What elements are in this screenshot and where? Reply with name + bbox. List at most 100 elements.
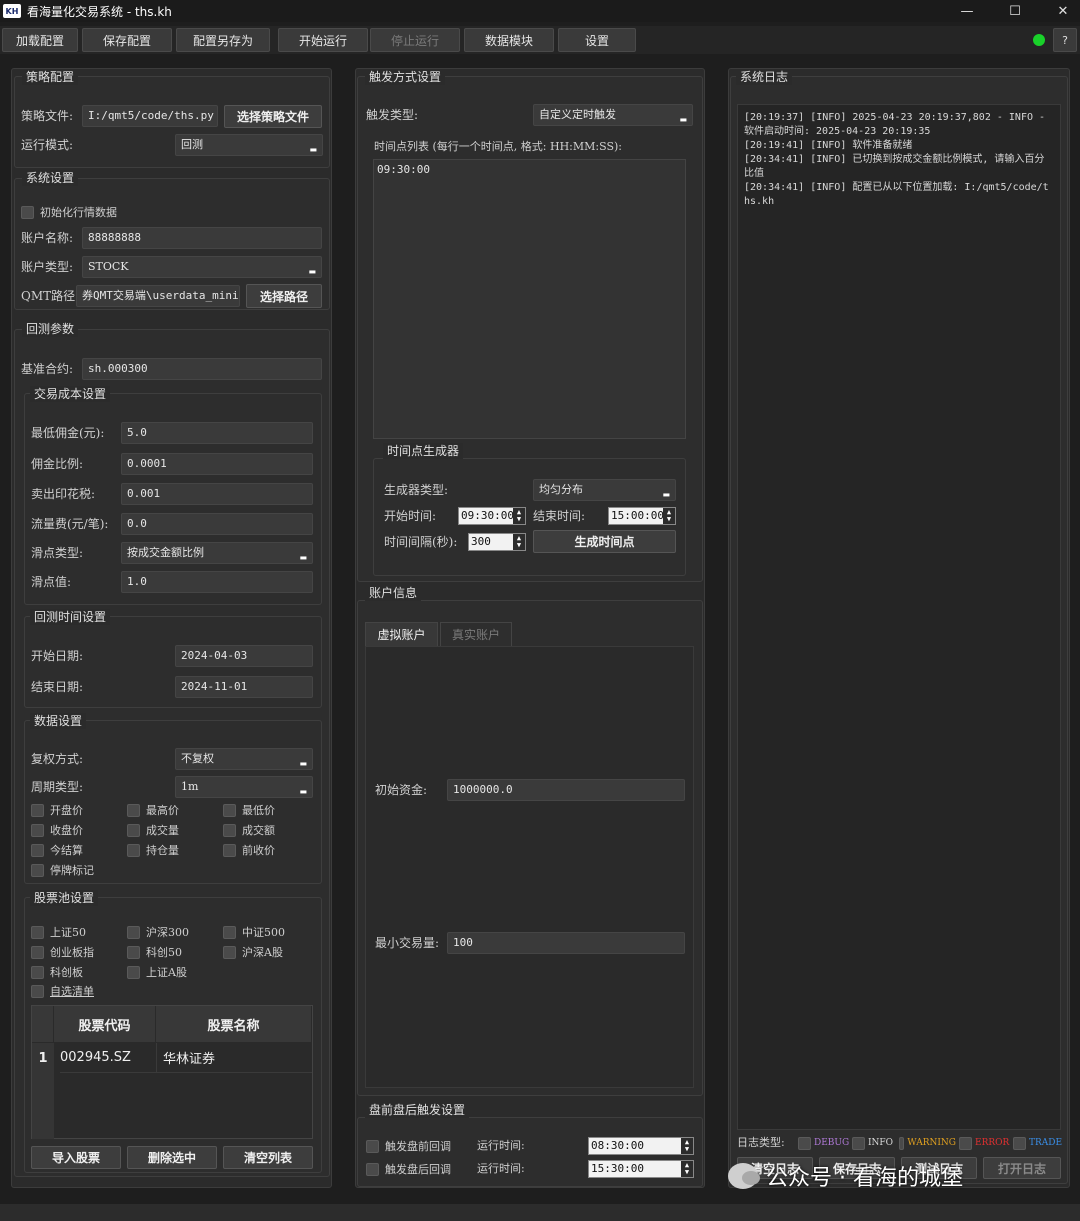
field-checkbox-preclose[interactable]: 前收价 xyxy=(223,841,275,859)
post-time-spinbox[interactable]: 15:30:00 ▲ ▼ xyxy=(588,1160,694,1178)
stop-run-button[interactable]: 停止运行 xyxy=(370,28,460,52)
settings-button[interactable]: 设置 xyxy=(558,28,636,52)
field-checkbox-close[interactable]: 收盘价 xyxy=(31,821,83,839)
save-as-button[interactable]: 配置另存为 xyxy=(176,28,270,52)
period-select[interactable]: 1m ▬ xyxy=(175,776,313,798)
field-checkbox-openint[interactable]: 持仓量 xyxy=(127,841,179,859)
pool-checkbox-cyb[interactable]: 创业板指 xyxy=(31,943,94,961)
adjust-label: 复权方式: xyxy=(31,752,84,766)
field-checkbox-high[interactable]: 最高价 xyxy=(127,801,179,819)
choose-path-button[interactable]: 选择路径 xyxy=(246,284,322,308)
spin-arrows-icon[interactable]: ▲ ▼ xyxy=(681,1138,693,1154)
tab-real-account[interactable]: 真实账户 xyxy=(440,622,512,646)
time-list-label: 时间点列表 (每行一个时间点, 格式: HH:MM:SS): xyxy=(374,140,622,153)
log-type-warning-checkbox[interactable]: WARNING xyxy=(899,1134,956,1152)
initial-capital-input[interactable]: 1000000.0 xyxy=(447,779,685,801)
start-date-input[interactable]: 2024-04-03 xyxy=(175,645,313,667)
slippage-value-input[interactable]: 1.0 xyxy=(121,571,313,593)
log-type-trade-checkbox[interactable]: TRADE xyxy=(1013,1134,1065,1152)
spin-arrows-icon[interactable]: ▲ ▼ xyxy=(513,508,525,524)
field-checkbox-open[interactable]: 开盘价 xyxy=(31,801,83,819)
checkbox-box xyxy=(127,945,140,959)
log-type-label: 日志类型: xyxy=(737,1136,785,1149)
init-data-checkbox[interactable]: 初始化行情数据 xyxy=(21,203,117,221)
dropdown-arrow-icon: ▬ xyxy=(299,553,307,562)
pre-market-checkbox[interactable]: 触发盘前回调 xyxy=(366,1137,451,1155)
tab-virtual-account[interactable]: 虚拟账户 xyxy=(365,622,438,646)
checkbox-box xyxy=(127,925,140,939)
close-button[interactable]: ✕ xyxy=(1040,0,1080,22)
pool-checkbox-zz500[interactable]: 中证500 xyxy=(223,923,285,941)
field-label: 今结算 xyxy=(50,844,83,857)
adjust-select[interactable]: 不复权 ▬ xyxy=(175,748,313,770)
gen-start-spinbox[interactable]: 09:30:00 ▲ ▼ xyxy=(458,507,526,525)
column-header-name[interactable]: 股票名称 xyxy=(156,1006,312,1042)
open-log-button[interactable]: 打开日志 xyxy=(983,1157,1061,1179)
spin-arrows-icon[interactable]: ▲ ▼ xyxy=(681,1161,693,1177)
adjust-value: 不复权 xyxy=(181,752,214,765)
pool-checkbox-hsa[interactable]: 沪深A股 xyxy=(223,943,283,961)
maximize-button[interactable]: ☐ xyxy=(992,0,1038,22)
gen-end-spinbox[interactable]: 15:00:00 ▲ ▼ xyxy=(608,507,676,525)
delete-selected-button[interactable]: 删除选中 xyxy=(127,1146,217,1169)
field-checkbox-amount[interactable]: 成交额 xyxy=(223,821,275,839)
initial-capital-label: 初始资金: xyxy=(375,783,428,797)
account-type-select[interactable]: STOCK ▬ xyxy=(82,256,322,278)
dropdown-arrow-icon: ▬ xyxy=(299,787,307,796)
gen-interval-spinbox[interactable]: 300 ▲ ▼ xyxy=(468,533,526,551)
log-output[interactable]: [20:19:37] [INFO] 2025-04-23 20:19:37,80… xyxy=(737,104,1061,1130)
log-type-debug-label: DEBUG xyxy=(814,1138,850,1148)
log-type-error-checkbox[interactable]: ERROR xyxy=(959,1134,1011,1152)
load-config-button[interactable]: 加载配置 xyxy=(2,28,78,52)
checkbox-box xyxy=(798,1136,811,1150)
spin-arrows-icon[interactable]: ▲ ▼ xyxy=(513,534,525,550)
table-cell-name[interactable]: 华林证券 xyxy=(156,1043,312,1073)
trigger-type-select[interactable]: 自定义定时触发 ▬ xyxy=(533,104,693,126)
watermark-text: 公众号 · 看海的城堡 xyxy=(766,1166,963,1191)
run-mode-select[interactable]: 回测 ▬ xyxy=(175,134,323,156)
data-module-button[interactable]: 数据模块 xyxy=(464,28,554,52)
benchmark-input[interactable]: sh.000300 xyxy=(82,358,322,380)
dropdown-arrow-icon: ▬ xyxy=(309,145,317,154)
slippage-type-select[interactable]: 按成交金额比例 ▬ xyxy=(121,542,313,564)
field-checkbox-low[interactable]: 最低价 xyxy=(223,801,275,819)
min-trade-label: 最小交易量: xyxy=(375,936,440,950)
post-time-label: 运行时间: xyxy=(477,1162,525,1175)
field-checkbox-settle[interactable]: 今结算 xyxy=(31,841,83,859)
help-button[interactable]: ? xyxy=(1053,28,1077,52)
pool-checkbox-kc50[interactable]: 科创50 xyxy=(127,943,182,961)
log-type-info-checkbox[interactable]: INFO xyxy=(852,1134,896,1152)
pre-time-spinbox[interactable]: 08:30:00 ▲ ▼ xyxy=(588,1137,694,1155)
pool-checkbox-sza[interactable]: 上证A股 xyxy=(127,963,187,981)
pool-checkbox-hs300[interactable]: 沪深300 xyxy=(127,923,189,941)
clear-list-button[interactable]: 清空列表 xyxy=(223,1146,313,1169)
choose-strategy-button[interactable]: 选择策略文件 xyxy=(224,105,322,128)
account-name-input[interactable]: 88888888 xyxy=(82,227,322,249)
minimize-button[interactable]: — xyxy=(944,0,990,22)
min-trade-input[interactable]: 100 xyxy=(447,932,685,954)
pool-checkbox-custom[interactable]: 自选清单 xyxy=(31,982,94,1000)
qmt-path-input[interactable]: 券QMT交易端\userdata_mini xyxy=(76,285,240,307)
table-cell-code[interactable]: 002945.SZ xyxy=(60,1043,156,1073)
generator-type-select[interactable]: 均匀分布 ▬ xyxy=(533,479,676,501)
generate-times-button[interactable]: 生成时间点 xyxy=(533,530,676,553)
account-type-value: STOCK xyxy=(88,260,129,273)
spin-arrows-icon[interactable]: ▲ ▼ xyxy=(663,508,675,524)
time-list-textarea[interactable]: 09:30:00 xyxy=(373,159,686,439)
commission-input[interactable]: 0.0001 xyxy=(121,453,313,475)
end-date-input[interactable]: 2024-11-01 xyxy=(175,676,313,698)
field-checkbox-volume[interactable]: 成交量 xyxy=(127,821,179,839)
start-run-button[interactable]: 开始运行 xyxy=(278,28,368,52)
strategy-file-input[interactable]: I:/qmt5/code/ths.py xyxy=(82,105,218,127)
import-stocks-button[interactable]: 导入股票 xyxy=(31,1146,121,1169)
pool-checkbox-kcb[interactable]: 科创板 xyxy=(31,963,83,981)
stamp-tax-input[interactable]: 0.001 xyxy=(121,483,313,505)
min-commission-input[interactable]: 5.0 xyxy=(121,422,313,444)
post-market-checkbox[interactable]: 触发盘后回调 xyxy=(366,1160,451,1178)
log-type-debug-checkbox[interactable]: DEBUG xyxy=(798,1134,850,1152)
save-config-button[interactable]: 保存配置 xyxy=(82,28,172,52)
flow-fee-input[interactable]: 0.0 xyxy=(121,513,313,535)
column-header-code[interactable]: 股票代码 xyxy=(54,1006,156,1042)
pool-checkbox-sz50[interactable]: 上证50 xyxy=(31,923,86,941)
field-checkbox-suspend[interactable]: 停牌标记 xyxy=(31,861,94,879)
